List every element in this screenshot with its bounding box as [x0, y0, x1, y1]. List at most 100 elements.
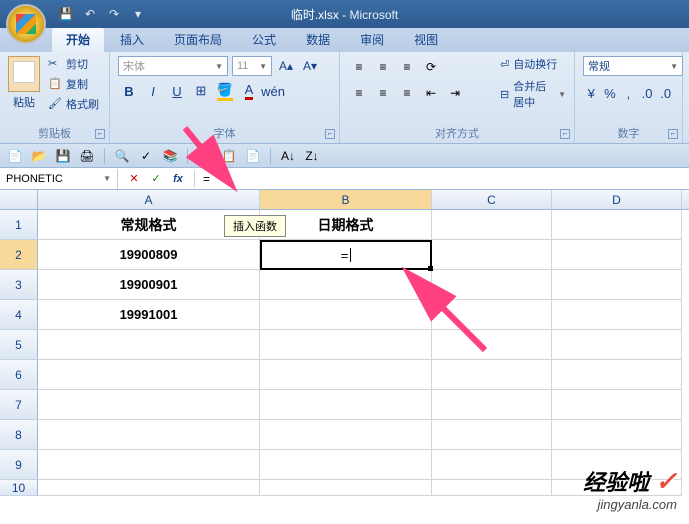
tab-formula[interactable]: 公式 — [238, 27, 290, 52]
col-header-c[interactable]: C — [432, 190, 552, 209]
fill-color-button[interactable]: 🪣 — [214, 80, 236, 102]
tab-home[interactable]: 开始 — [52, 27, 104, 52]
col-header-b[interactable]: B — [260, 190, 432, 209]
formula-input[interactable] — [195, 172, 689, 186]
redo-icon[interactable]: ↷ — [104, 4, 124, 24]
number-format-select[interactable]: 常规▼ — [583, 56, 683, 76]
save-icon[interactable]: 💾 — [56, 4, 76, 24]
cell-a7[interactable] — [38, 390, 260, 420]
wrap-text-button[interactable]: ⏎自动换行 — [500, 56, 566, 72]
spell-icon[interactable]: ✓ — [137, 147, 155, 165]
cell-a9[interactable] — [38, 450, 260, 480]
col-header-a[interactable]: A — [38, 190, 260, 209]
currency-button[interactable]: ¥ — [583, 82, 600, 104]
increase-decimal-button[interactable]: .0 — [639, 82, 656, 104]
cell-c9[interactable] — [432, 450, 552, 480]
row-header-6[interactable]: 6 — [0, 360, 38, 390]
merge-center-button[interactable]: ⊟合并后居中▼ — [500, 78, 566, 110]
cell-b2-active[interactable]: = — [260, 240, 432, 270]
cell-a2[interactable]: 19900809 — [38, 240, 260, 270]
font-name-select[interactable]: 宋体▼ — [118, 56, 228, 76]
cell-c5[interactable] — [432, 330, 552, 360]
cell-a8[interactable] — [38, 420, 260, 450]
select-all-corner[interactable] — [0, 190, 38, 209]
sort-asc-icon[interactable]: A↓ — [279, 147, 297, 165]
cell-b3[interactable] — [260, 270, 432, 300]
cell-b4[interactable] — [260, 300, 432, 330]
print-icon[interactable]: 🖨 — [78, 147, 96, 165]
row-header-5[interactable]: 5 — [0, 330, 38, 360]
underline-button[interactable]: U — [166, 80, 188, 102]
font-launcher-icon[interactable]: ⌐ — [325, 129, 335, 139]
format-painter-button[interactable]: 🖌格式刷 — [48, 96, 99, 112]
cell-b10[interactable] — [260, 480, 432, 496]
row-header-7[interactable]: 7 — [0, 390, 38, 420]
tab-data[interactable]: 数据 — [292, 27, 344, 52]
row-header-8[interactable]: 8 — [0, 420, 38, 450]
cell-b8[interactable] — [260, 420, 432, 450]
cell-b5[interactable] — [260, 330, 432, 360]
enter-button[interactable]: ✓ — [148, 171, 164, 187]
cut2-icon[interactable]: ✂ — [196, 147, 214, 165]
new-icon[interactable]: 📄 — [6, 147, 24, 165]
row-header-1[interactable]: 1 — [0, 210, 38, 240]
cell-a6[interactable] — [38, 360, 260, 390]
border-button[interactable]: ⊞ — [190, 80, 212, 102]
row-header-9[interactable]: 9 — [0, 450, 38, 480]
align-middle-button[interactable]: ≡ — [372, 56, 394, 78]
tab-layout[interactable]: 页面布局 — [160, 27, 236, 52]
cell-c4[interactable] — [432, 300, 552, 330]
shrink-font-button[interactable]: A▾ — [300, 56, 320, 76]
paste2-icon[interactable]: 📄 — [244, 147, 262, 165]
cell-c3[interactable] — [432, 270, 552, 300]
qat-dropdown-icon[interactable]: ▾ — [128, 4, 148, 24]
cell-c1[interactable] — [432, 210, 552, 240]
font-color-button[interactable]: A — [238, 80, 260, 102]
cell-b6[interactable] — [260, 360, 432, 390]
cell-d8[interactable] — [552, 420, 682, 450]
indent-increase-button[interactable]: ⇥ — [444, 82, 466, 104]
cancel-button[interactable]: ✕ — [126, 171, 142, 187]
row-header-10[interactable]: 10 — [0, 480, 38, 496]
cell-c7[interactable] — [432, 390, 552, 420]
cell-d5[interactable] — [552, 330, 682, 360]
percent-button[interactable]: % — [602, 82, 619, 104]
office-button[interactable] — [6, 4, 46, 44]
number-launcher-icon[interactable]: ⌐ — [668, 129, 678, 139]
italic-button[interactable]: I — [142, 80, 164, 102]
cell-c2[interactable] — [432, 240, 552, 270]
comma-button[interactable]: , — [620, 82, 637, 104]
tab-review[interactable]: 审阅 — [346, 27, 398, 52]
row-header-2[interactable]: 2 — [0, 240, 38, 270]
cell-d2[interactable] — [552, 240, 682, 270]
col-header-d[interactable]: D — [552, 190, 682, 209]
phonetic-button[interactable]: wén — [262, 80, 284, 102]
copy2-icon[interactable]: 📋 — [220, 147, 238, 165]
cell-a3[interactable]: 19900901 — [38, 270, 260, 300]
bold-button[interactable]: B — [118, 80, 140, 102]
cut-button[interactable]: ✂剪切 — [48, 56, 99, 72]
cell-a4[interactable]: 19991001 — [38, 300, 260, 330]
cell-d6[interactable] — [552, 360, 682, 390]
name-box[interactable]: PHONETIC▼ — [0, 169, 118, 189]
align-right-button[interactable]: ≡ — [396, 82, 418, 104]
preview-icon[interactable]: 🔍 — [113, 147, 131, 165]
cell-c8[interactable] — [432, 420, 552, 450]
tab-insert[interactable]: 插入 — [106, 27, 158, 52]
align-center-button[interactable]: ≡ — [372, 82, 394, 104]
cell-c10[interactable] — [432, 480, 552, 496]
align-top-button[interactable]: ≡ — [348, 56, 370, 78]
open-icon[interactable]: 📂 — [30, 147, 48, 165]
cell-d7[interactable] — [552, 390, 682, 420]
save2-icon[interactable]: 💾 — [54, 147, 72, 165]
cell-d4[interactable] — [552, 300, 682, 330]
undo-icon[interactable]: ↶ — [80, 4, 100, 24]
row-header-3[interactable]: 3 — [0, 270, 38, 300]
font-size-select[interactable]: 11▼ — [232, 56, 272, 76]
cell-a10[interactable] — [38, 480, 260, 496]
cell-c6[interactable] — [432, 360, 552, 390]
clipboard-launcher-icon[interactable]: ⌐ — [95, 129, 105, 139]
grow-font-button[interactable]: A▴ — [276, 56, 296, 76]
paste-button[interactable]: 粘贴 — [8, 56, 40, 112]
align-left-button[interactable]: ≡ — [348, 82, 370, 104]
